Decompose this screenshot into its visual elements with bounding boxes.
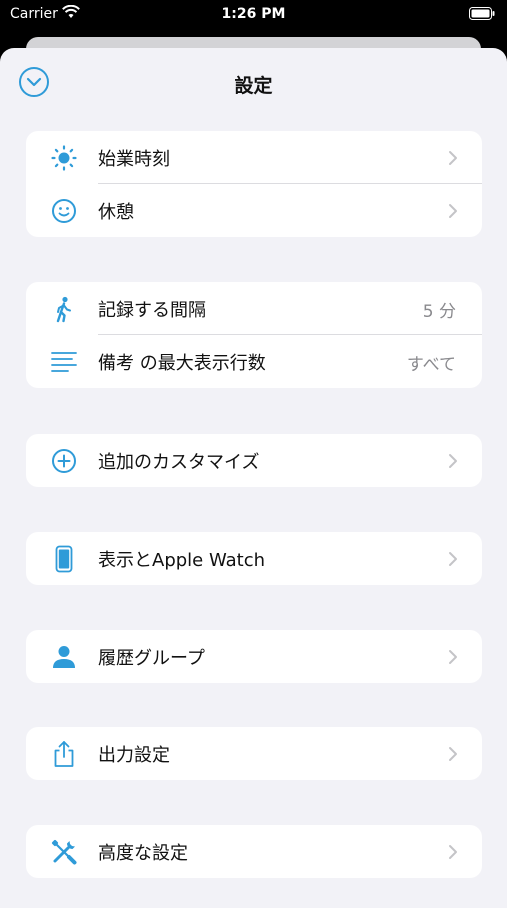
phone-icon — [55, 545, 73, 573]
settings-group-recording: 記録する間隔 5 分 備考 の最大表示行数 すべて — [26, 282, 482, 388]
row-export-settings[interactable]: 出力設定 — [26, 727, 482, 780]
tools-icon — [51, 839, 77, 865]
row-history-group[interactable]: 履歴グループ — [26, 630, 482, 683]
person-icon — [53, 646, 75, 668]
chevron-right-icon — [449, 204, 457, 218]
row-note-max-lines[interactable]: 備考 の最大表示行数 すべて — [26, 335, 482, 388]
row-label: 備考 の最大表示行数 — [98, 353, 266, 374]
chevron-right-icon — [449, 650, 457, 664]
navigation-bar: 設定 — [0, 48, 507, 118]
row-label: 高度な設定 — [98, 843, 188, 864]
lines-icon — [51, 352, 77, 372]
chevron-right-icon — [449, 845, 457, 859]
row-value: 5 分 — [422, 302, 456, 322]
sun-icon — [51, 145, 77, 171]
settings-group-advanced: 高度な設定 — [26, 825, 482, 878]
row-label: 始業時刻 — [98, 149, 170, 170]
smiley-icon — [52, 199, 76, 223]
row-label: 表示とApple Watch — [98, 550, 266, 571]
row-label: 履歴グループ — [98, 648, 205, 669]
battery-icon — [469, 7, 495, 20]
row-advanced-settings[interactable]: 高度な設定 — [26, 825, 482, 878]
settings-group-display: 表示とApple Watch — [26, 532, 482, 585]
chevron-right-icon — [449, 151, 457, 165]
row-recording-interval[interactable]: 記録する間隔 5 分 — [26, 282, 482, 335]
settings-group-export: 出力設定 — [26, 727, 482, 780]
chevron-right-icon — [449, 454, 457, 468]
settings-group-customize: 追加のカスタマイズ — [26, 434, 482, 487]
share-icon — [54, 741, 74, 767]
plus-circle-icon — [52, 449, 76, 473]
status-bar: Carrier 1:26 PM — [0, 0, 507, 30]
row-label: 休憩 — [98, 202, 134, 223]
clock: 1:26 PM — [221, 6, 286, 22]
row-value: すべて — [406, 355, 456, 375]
settings-group-history: 履歴グループ — [26, 630, 482, 683]
walking-person-icon — [56, 296, 71, 323]
chevron-right-icon — [449, 552, 457, 566]
chevron-right-icon — [449, 747, 457, 761]
row-start-time[interactable]: 始業時刻 — [26, 131, 482, 184]
settings-sheet: 設定 始業時刻 休憩 記録する間隔 5 分 備考 の最大表示行数 すべて 追加の… — [0, 48, 507, 908]
row-display-apple-watch[interactable]: 表示とApple Watch — [26, 532, 482, 585]
row-additional-customize[interactable]: 追加のカスタマイズ — [26, 434, 482, 487]
row-label: 出力設定 — [98, 745, 170, 766]
row-break[interactable]: 休憩 — [26, 184, 482, 237]
row-label: 追加のカスタマイズ — [98, 452, 260, 473]
settings-group-work-hours: 始業時刻 休憩 — [26, 131, 482, 237]
row-label: 記録する間隔 — [98, 300, 206, 321]
page-title: 設定 — [234, 75, 273, 97]
